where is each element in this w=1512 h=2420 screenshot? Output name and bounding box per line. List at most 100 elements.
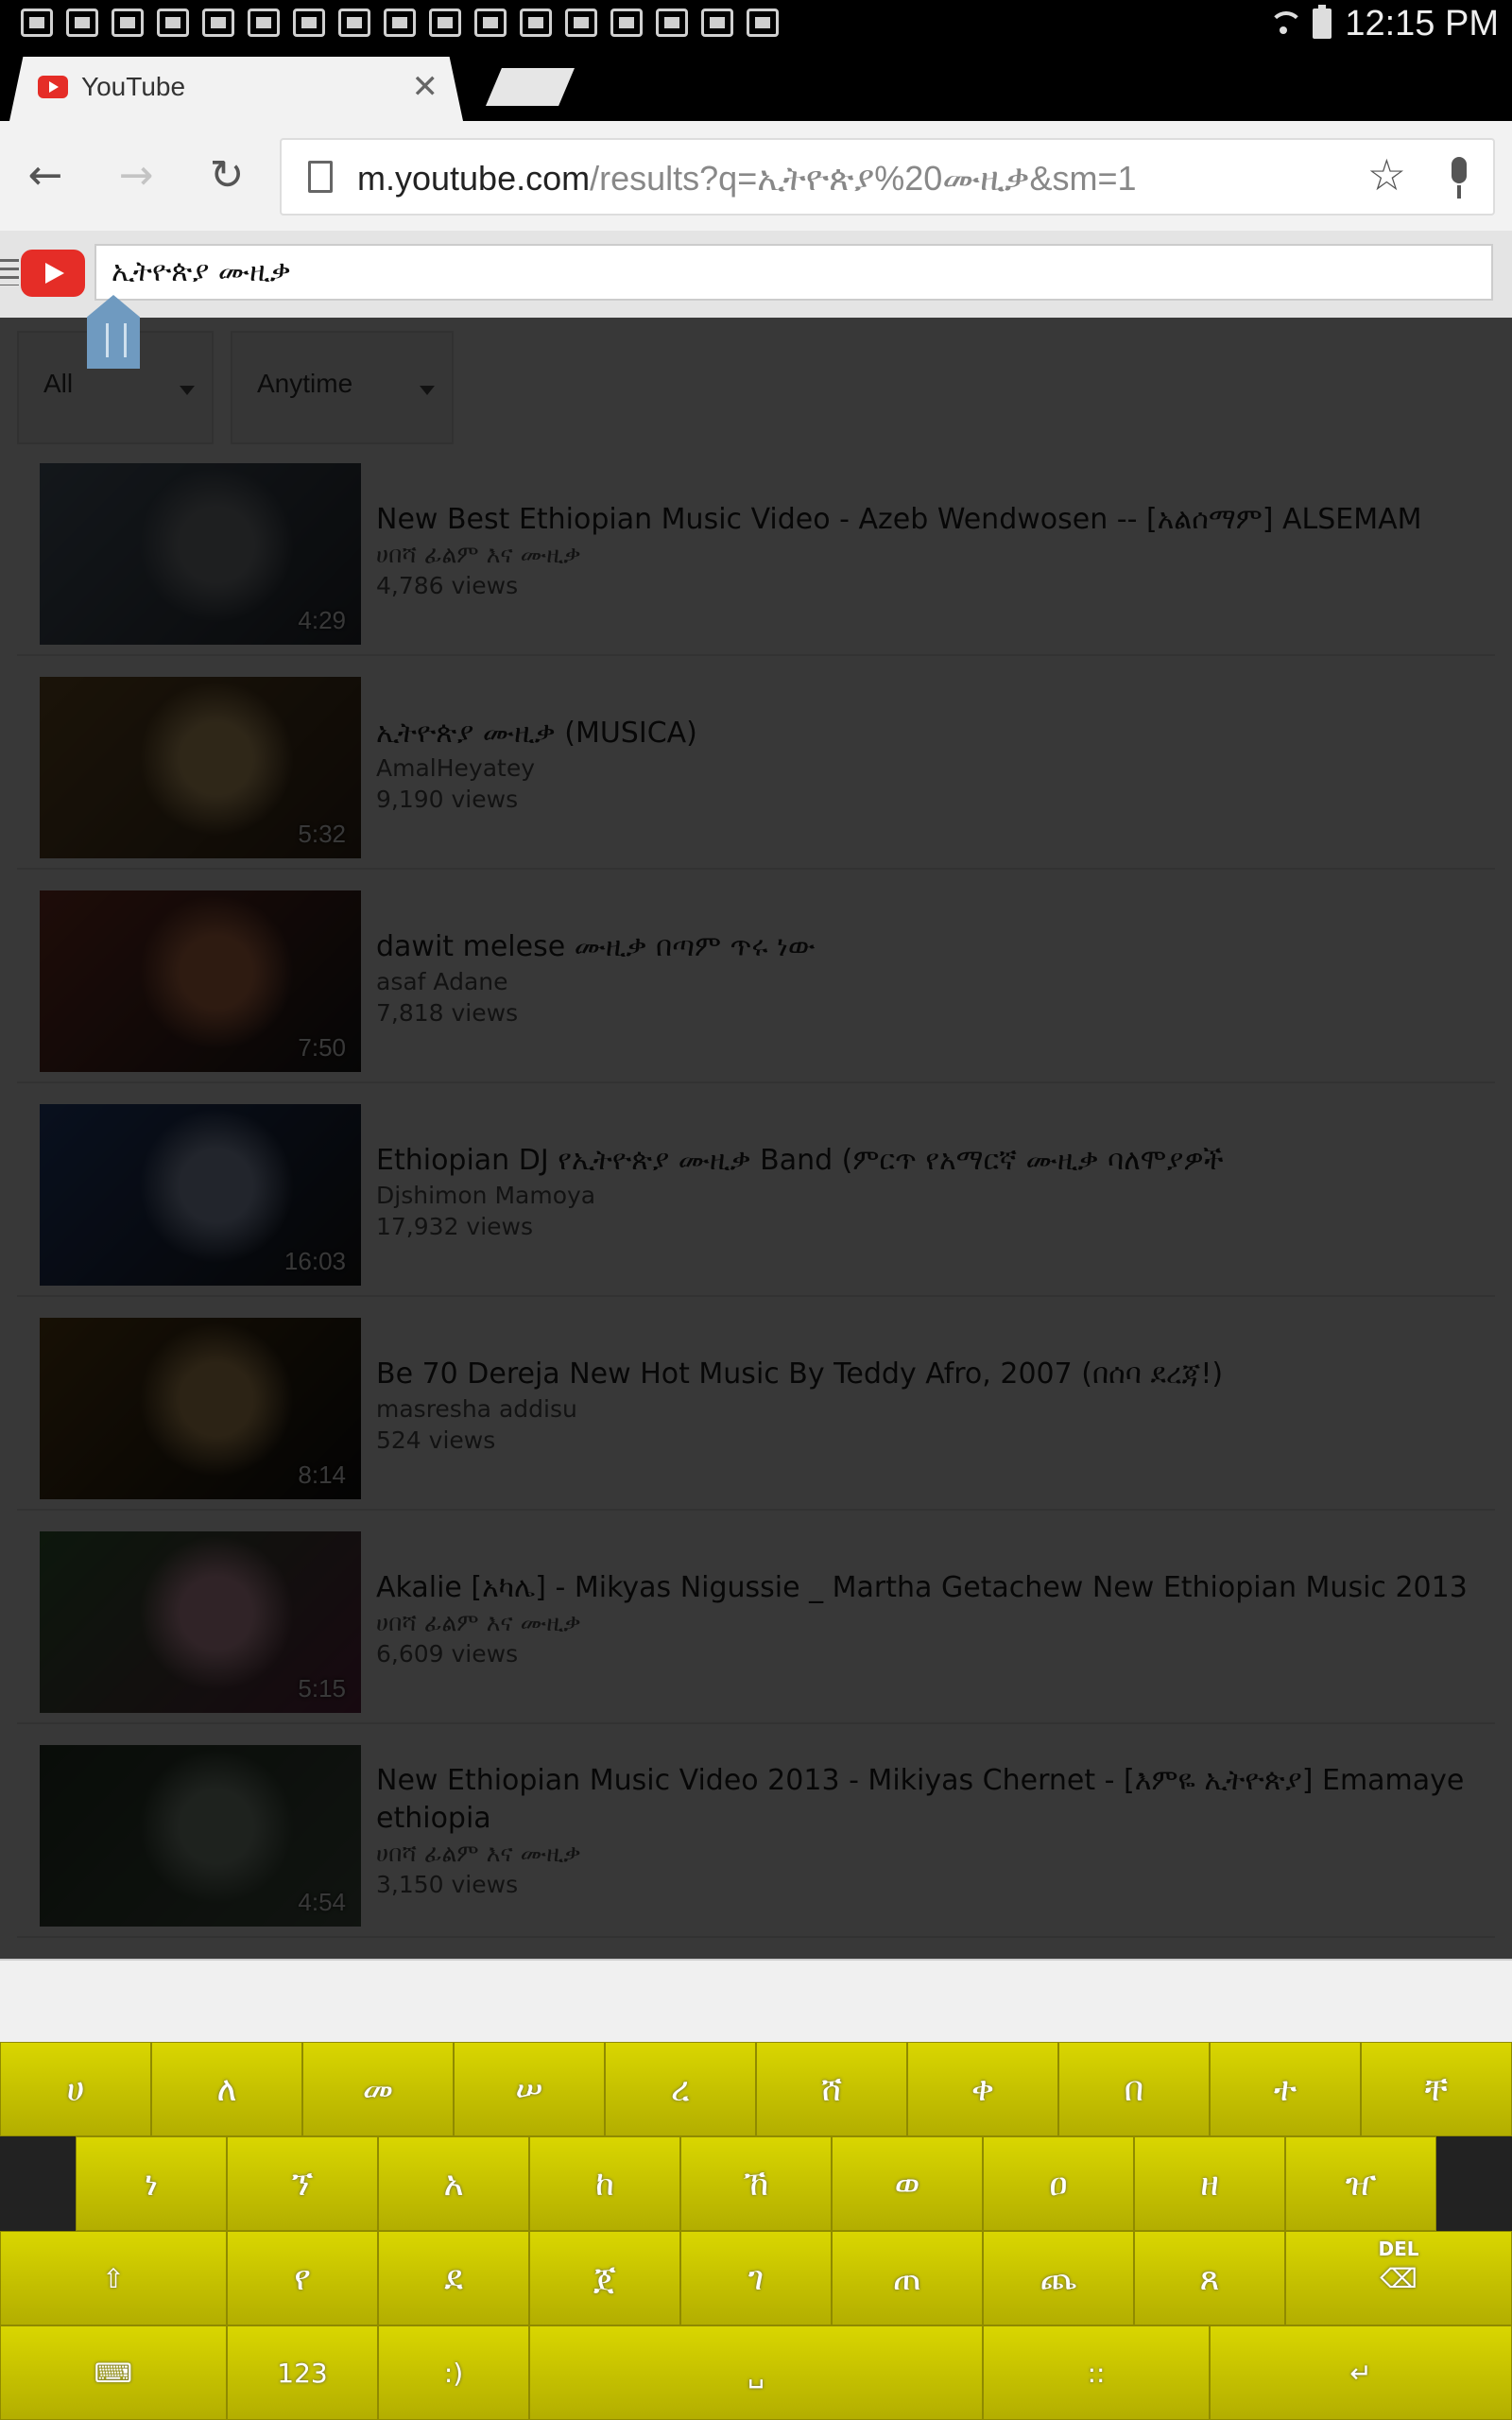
video-thumbnail[interactable]: 5:15 (40, 1531, 361, 1713)
key[interactable]: ነ (76, 2136, 227, 2231)
channel-name[interactable]: asaf Adane (376, 966, 518, 997)
key[interactable]: ቀ (907, 2042, 1058, 2136)
key[interactable]: ከ (529, 2136, 680, 2231)
key[interactable]: ረ (605, 2042, 756, 2136)
keyboard-settings-icon[interactable]: ⌨ (0, 2325, 227, 2420)
url-text[interactable]: m.youtube.com/results?q=ኢትዮጵያ%20ሙዚቃ&sm=1 (357, 159, 1137, 199)
delete-icon[interactable]: ⌫ DEL (1285, 2231, 1512, 2325)
result-item[interactable]: 5:15 Akalie [አካሌ] - Mikyas Nigussie _ Mar… (17, 1511, 1495, 1724)
key[interactable]: ዘ (1134, 2136, 1285, 2231)
forward-arrow-icon[interactable]: → (110, 149, 163, 202)
video-title[interactable]: ኢትዮጵያ ሙዚቃ (MUSICA) (376, 715, 1472, 752)
key[interactable]: ጸ (1134, 2231, 1285, 2325)
url-path: /results?q=ኢትዮጵያ%20ሙዚቃ&sm=1 (590, 159, 1137, 198)
key[interactable]: 123 (227, 2325, 378, 2420)
view-count: 6,609 views (376, 1640, 519, 1668)
video-title[interactable]: Be 70 Dereja New Hot Music By Teddy Afro… (376, 1356, 1472, 1393)
video-title[interactable]: New Ethiopian Music Video 2013 - Mikiyas… (376, 1762, 1472, 1838)
key[interactable]: አ (378, 2136, 529, 2231)
key[interactable]: መ (302, 2042, 454, 2136)
result-item[interactable]: 4:54 New Ethiopian Music Video 2013 - Mik… (17, 1724, 1495, 1938)
key[interactable]: ጠ (832, 2231, 983, 2325)
result-item[interactable]: 7:50 dawit melese ሙዚቃ በጣም ጥሩ ነው asaf Adane… (17, 870, 1495, 1083)
key[interactable]: :) (378, 2325, 529, 2420)
tab-youtube[interactable]: YouTube ✕ (9, 57, 463, 121)
space-icon[interactable]: ␣ (529, 2325, 983, 2420)
bird-icon (384, 9, 416, 37)
compass-icon (747, 9, 779, 37)
mail-icon (202, 9, 234, 37)
result-item[interactable]: 8:14 Be 70 Dereja New Hot Music By Teddy … (17, 1297, 1495, 1511)
results-list: 4:29 New Best Ethiopian Music Video - Aze… (17, 442, 1495, 1938)
video-thumbnail[interactable]: 8:14 (40, 1318, 361, 1499)
channel-name[interactable]: ሀበሻ ፊልም እና ሙዚቃ (376, 1607, 581, 1638)
key[interactable]: በ (1058, 2042, 1210, 2136)
video-thumbnail[interactable]: 5:32 (40, 677, 361, 858)
menu-icon[interactable] (0, 259, 19, 285)
key[interactable]: ቸ (1361, 2042, 1512, 2136)
youtube-logo[interactable] (21, 250, 85, 297)
close-icon[interactable]: ✕ (412, 68, 439, 106)
key[interactable]: የ (227, 2231, 378, 2325)
dropdown-arrow-icon (420, 386, 435, 395)
channel-name[interactable]: masresha addisu (376, 1393, 577, 1425)
video-thumbnail[interactable]: 7:50 (40, 890, 361, 1072)
video-duration: 4:54 (298, 1888, 346, 1916)
channel-name[interactable]: Djshimon Mamoya (376, 1180, 595, 1211)
mail-icon (112, 9, 144, 37)
key[interactable]: ተ (1210, 2042, 1361, 2136)
omnibox[interactable]: m.youtube.com/results?q=ኢትዮጵያ%20ሙዚቃ&sm=1… (280, 138, 1495, 216)
key[interactable]: ዠ (1285, 2136, 1436, 2231)
video-title[interactable]: Ethiopian DJ የኢትዮጵያ ሙዚቃ Band (ምርጥ የአማርኛ … (376, 1142, 1472, 1180)
search-input[interactable]: ኢትዮጵያ ሙዚቃ (94, 244, 1493, 301)
video-title[interactable]: New Best Ethiopian Music Video - Azeb We… (376, 501, 1472, 539)
new-tab-button[interactable] (486, 68, 575, 106)
video-title[interactable]: dawit melese ሙዚቃ በጣም ጥሩ ነው (376, 928, 1472, 966)
key[interactable]: ጀ (529, 2231, 680, 2325)
filter-time-dropdown[interactable]: Anytime (231, 331, 454, 444)
mic-icon[interactable] (1446, 157, 1472, 200)
youtube-favicon-icon (38, 76, 68, 98)
video-duration: 5:32 (298, 820, 346, 848)
reload-icon[interactable]: ↻ (200, 149, 253, 202)
briefcase-icon (656, 9, 688, 37)
back-arrow-icon[interactable]: ← (19, 149, 72, 202)
key[interactable]: :: (983, 2325, 1210, 2420)
browser-toolbar: ← → ↻ m.youtube.com/results?q=ኢትዮጵያ%20ሙዚ… (0, 121, 1512, 231)
key[interactable]: ለ (151, 2042, 302, 2136)
battery-100-icon (565, 9, 597, 37)
result-item[interactable]: 16:03 Ethiopian DJ የኢትዮጵያ ሙዚቃ Band (ምርጥ የ… (17, 1083, 1495, 1297)
video-meta: ሀበሻ ፊልም እና ሙዚቃ 6,609 views (376, 1607, 581, 1669)
video-thumbnail[interactable]: 4:29 (40, 463, 361, 645)
key[interactable]: ደ (378, 2231, 529, 2325)
channel-name[interactable]: AmalHeyatey (376, 752, 535, 784)
key[interactable]: ሸ (756, 2042, 907, 2136)
key[interactable]: ሠ (454, 2042, 605, 2136)
search-input-text: ኢትዮጵያ ሙዚቃ (112, 255, 291, 288)
download-icon (429, 9, 461, 37)
video-title[interactable]: Akalie [አካሌ] - Mikyas Nigussie _ Martha … (376, 1569, 1472, 1607)
video-thumbnail[interactable]: 4:54 (40, 1745, 361, 1927)
key[interactable]: ወ (832, 2136, 983, 2231)
video-duration: 16:03 (284, 1247, 346, 1275)
video-meta: ሀበሻ ፊልም እና ሙዚቃ 4,786 views (376, 539, 581, 601)
tab-title: YouTube (81, 72, 186, 101)
enter-icon[interactable]: ↵ (1210, 2325, 1512, 2420)
video-thumbnail[interactable]: 16:03 (40, 1104, 361, 1286)
result-item[interactable]: 5:32 ኢትዮጵያ ሙዚቃ (MUSICA) AmalHeyatey 9,190 v… (17, 656, 1495, 870)
channel-name[interactable]: ሀበሻ ፊልም እና ሙዚቃ (376, 1838, 581, 1869)
key[interactable]: ዐ (983, 2136, 1134, 2231)
web-content: ኢትዮጵያ ሙዚቃ All Anytime 4:29 New Best Ethio… (0, 231, 1512, 1959)
gallery-icon (21, 9, 53, 37)
shift-icon[interactable]: ⇧ (0, 2231, 227, 2325)
status-right: 12:15 PM (1267, 0, 1499, 47)
channel-name[interactable]: ሀበሻ ፊልም እና ሙዚቃ (376, 539, 581, 570)
tab-strip: YouTube ✕ (0, 47, 1512, 121)
key[interactable]: ገ (680, 2231, 832, 2325)
key[interactable]: ጨ (983, 2231, 1134, 2325)
key[interactable]: ኘ (227, 2136, 378, 2231)
result-item[interactable]: 4:29 New Best Ethiopian Music Video - Aze… (17, 442, 1495, 656)
key[interactable]: ኸ (680, 2136, 832, 2231)
key[interactable]: ሀ (0, 2042, 151, 2136)
bookmark-star-icon[interactable]: ☆ (1367, 149, 1406, 200)
